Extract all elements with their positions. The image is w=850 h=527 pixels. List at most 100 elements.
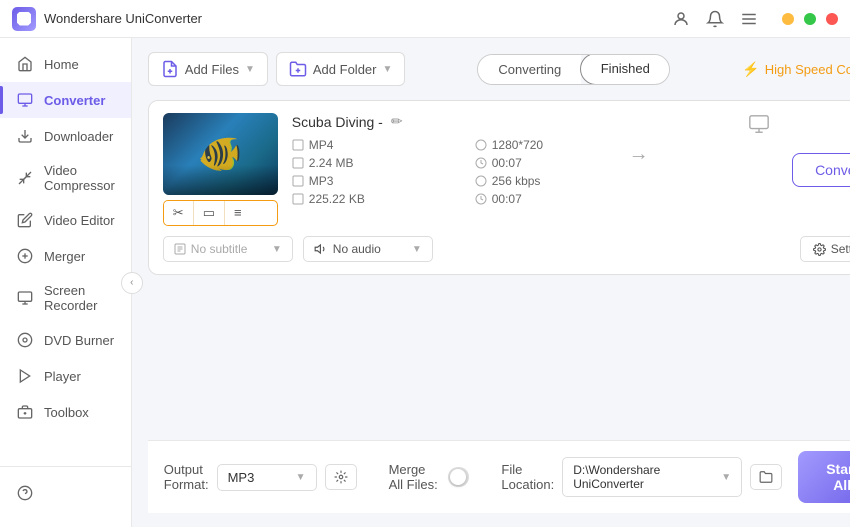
sidebar-item-video-compressor[interactable]: Video Compressor xyxy=(0,154,131,202)
target-duration: 00:07 xyxy=(475,192,543,206)
sidebar-item-toolbox[interactable]: Toolbox xyxy=(0,394,131,430)
format-icon xyxy=(292,139,304,151)
file-card: 🐠 ✂ ▭ ≡ Scuba Diving - ✏ xyxy=(148,100,850,275)
file-name-row: Scuba Diving - ✏ xyxy=(292,113,726,130)
duration-icon xyxy=(475,157,487,169)
audio-chevron: ▼ xyxy=(412,244,422,255)
res-icon xyxy=(475,139,487,151)
sidebar-item-screen-recorder[interactable]: Screen Recorder xyxy=(0,274,131,322)
speed-badge: ⚡ High Speed Conversion xyxy=(742,61,850,78)
file-location-select[interactable]: D:\Wondershare UniConverter ▼ xyxy=(562,457,742,497)
sidebar-label-home: Home xyxy=(44,57,79,72)
file-settings-row: No subtitle ▼ No audio ▼ Settings xyxy=(163,236,850,262)
convert-button[interactable]: Convert xyxy=(792,153,850,187)
add-folder-label: Add Folder xyxy=(313,62,377,77)
target-bitrate: 256 kbps xyxy=(475,174,543,188)
home-icon xyxy=(16,55,34,73)
titlebar: Wondershare UniConverter xyxy=(0,0,850,38)
output-settings-button[interactable] xyxy=(325,464,357,490)
dvd-icon xyxy=(16,331,34,349)
file-name: Scuba Diving - xyxy=(292,114,383,130)
toolbar: Add Files ▼ Add Folder ▼ Conver xyxy=(148,52,850,86)
sidebar-collapse-button[interactable]: ‹ xyxy=(121,272,143,294)
source-meta: MP4 2.24 MB xyxy=(292,138,467,170)
add-folder-icon xyxy=(289,60,307,78)
maximize-button[interactable] xyxy=(804,13,816,25)
sidebar-label-recorder: Screen Recorder xyxy=(44,283,115,313)
merge-label: Merge All Files: xyxy=(389,462,441,492)
sidebar: Home Converter Downloader xyxy=(0,38,132,527)
merger-icon xyxy=(16,247,34,265)
speed-label: High Speed Conversion xyxy=(765,62,850,77)
titlebar-left: Wondershare UniConverter xyxy=(12,7,202,31)
add-files-chevron: ▼ xyxy=(245,64,255,75)
size-icon xyxy=(292,157,304,169)
sidebar-item-video-editor[interactable]: Video Editor xyxy=(0,202,131,238)
crop-button[interactable]: ▭ xyxy=(194,201,225,225)
speed-icon: ⚡ xyxy=(742,61,759,78)
settings-button[interactable]: Settings xyxy=(800,236,850,262)
minimize-button[interactable] xyxy=(782,13,794,25)
start-all-button[interactable]: Start All xyxy=(798,451,850,503)
folder-open-icon xyxy=(759,470,773,484)
thumbnail-controls: ✂ ▭ ≡ xyxy=(163,200,278,226)
source-resolution: 1280*720 xyxy=(475,138,543,152)
bitrate-icon xyxy=(475,175,487,187)
merge-toggle[interactable] xyxy=(448,467,469,487)
downloader-icon xyxy=(16,127,34,145)
tab-converting[interactable]: Converting xyxy=(478,55,581,84)
trim-button[interactable]: ✂ xyxy=(164,201,194,225)
arrow-icon: → xyxy=(629,143,649,166)
sidebar-label-dvd: DVD Burner xyxy=(44,333,114,348)
output-format-value: MP3 xyxy=(228,470,255,485)
sidebar-item-player[interactable]: Player xyxy=(0,358,131,394)
source-size: 2.24 MB xyxy=(292,156,467,170)
sidebar-item-merger[interactable]: Merger xyxy=(0,238,131,274)
target-format: MP3 xyxy=(292,174,467,188)
sidebar-label-editor: Video Editor xyxy=(44,213,115,228)
output-format-chevron: ▼ xyxy=(296,472,306,483)
more-options-icon[interactable] xyxy=(748,113,770,135)
audio-icon xyxy=(314,242,328,256)
settings-icon xyxy=(813,243,826,256)
tab-finished[interactable]: Finished xyxy=(580,54,671,85)
output-format-field: Output Format: MP3 ▼ xyxy=(164,462,357,492)
file-edit-icon[interactable]: ✏ xyxy=(391,113,403,130)
tab-group: Converting Finished xyxy=(477,54,670,85)
sidebar-item-home[interactable]: Home xyxy=(0,46,131,82)
action-icons xyxy=(740,113,778,135)
effects-button[interactable]: ≡ xyxy=(225,201,251,225)
thumbnail: 🐠 xyxy=(163,113,278,195)
file-meta-grid: MP4 2.24 MB xyxy=(292,138,726,206)
titlebar-controls xyxy=(672,10,838,28)
target-size: 225.22 KB xyxy=(292,192,467,206)
file-card-top: 🐠 ✂ ▭ ≡ Scuba Diving - ✏ xyxy=(163,113,850,226)
sidebar-help[interactable] xyxy=(0,475,131,511)
output-format-select[interactable]: MP3 ▼ xyxy=(217,464,317,491)
add-files-button[interactable]: Add Files ▼ xyxy=(148,52,268,86)
target-meta: MP3 225.22 KB xyxy=(292,174,467,206)
file-location-field: File Location: D:\Wondershare UniConvert… xyxy=(501,457,782,497)
subtitle-select[interactable]: No subtitle ▼ xyxy=(163,236,293,262)
browse-location-button[interactable] xyxy=(750,464,782,490)
toggle-knob xyxy=(450,469,466,485)
sidebar-item-dvd-burner[interactable]: DVD Burner xyxy=(0,322,131,358)
main-layout: Home Converter Downloader xyxy=(0,38,850,527)
empty-space xyxy=(148,275,850,440)
add-folder-button[interactable]: Add Folder ▼ xyxy=(276,52,406,86)
bell-icon[interactable] xyxy=(706,10,724,28)
source-format: MP4 xyxy=(292,138,467,152)
action-icons-group xyxy=(748,113,770,135)
close-button[interactable] xyxy=(826,13,838,25)
audio-select[interactable]: No audio ▼ xyxy=(303,236,433,262)
sidebar-item-downloader[interactable]: Downloader xyxy=(0,118,131,154)
target-size-icon xyxy=(292,193,304,205)
add-folder-chevron: ▼ xyxy=(382,64,392,75)
sidebar-label-downloader: Downloader xyxy=(44,129,113,144)
merge-field: Merge All Files: xyxy=(389,462,470,492)
menu-icon[interactable] xyxy=(740,10,758,28)
user-icon[interactable] xyxy=(672,10,690,28)
toolbox-icon xyxy=(16,403,34,421)
sidebar-item-converter[interactable]: Converter xyxy=(0,82,131,118)
sidebar-label-merger: Merger xyxy=(44,249,85,264)
